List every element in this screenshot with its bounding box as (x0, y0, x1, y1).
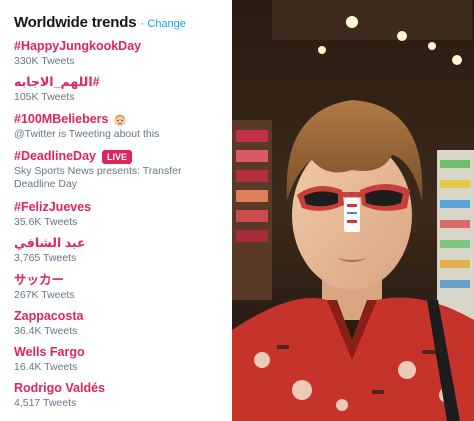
trend-tweet-count: 330K Tweets (14, 55, 75, 67)
photo-illustration (232, 0, 474, 421)
person-photo (232, 0, 474, 421)
trend-name[interactable]: عبد الشافي (14, 236, 86, 251)
trend-tweet-count: 16.4K Tweets (14, 361, 78, 373)
trend-tweet-count: 3,765 Tweets (14, 252, 77, 264)
trend-item[interactable]: サッカー 267K Tweets (14, 273, 75, 302)
trends-header: Worldwide trends · Change (14, 14, 232, 36)
trend-name-row[interactable]: #DeadlineDay LIVE (14, 149, 224, 164)
trend-item[interactable]: #اللهم_الاجابه 105K Tweets (14, 75, 100, 104)
trend-name[interactable]: Zappacosta (14, 309, 83, 324)
trend-tweet-count: 267K Tweets (14, 289, 75, 301)
emoji-face-icon (114, 114, 126, 126)
trend-item[interactable]: Wells Fargo 16.4K Tweets (14, 345, 85, 374)
trend-tweet-count: 105K Tweets (14, 91, 75, 103)
trend-tweet-count: 35.6K Tweets (14, 216, 78, 228)
trend-name[interactable]: #100MBeliebers (14, 112, 109, 127)
trend-context: @Twitter is Tweeting about this (14, 128, 160, 140)
trend-item[interactable]: Rodrigo Valdés 4,517 Tweets (14, 381, 105, 410)
trend-name[interactable]: Rodrigo Valdés (14, 381, 105, 396)
trend-name[interactable]: #FelizJueves (14, 200, 91, 215)
trend-item[interactable]: Zappacosta 36.4K Tweets (14, 309, 83, 338)
trend-tweet-count: 4,517 Tweets (14, 397, 77, 409)
trend-name[interactable]: #DeadlineDay (14, 149, 96, 164)
trend-item[interactable]: #DeadlineDay LIVE Sky Sports News presen… (14, 149, 224, 191)
worldwide-trends-screen: Worldwide trends · Change #HappyJungkook… (0, 0, 474, 421)
trend-name[interactable]: Wells Fargo (14, 345, 85, 360)
live-badge: LIVE (101, 149, 132, 164)
trend-tweet-count: 36.4K Tweets (14, 325, 78, 337)
trend-item[interactable]: #100MBeliebers @Twitter is Tweeting abou… (14, 112, 159, 141)
trend-name[interactable]: #اللهم_الاجابه (14, 75, 100, 90)
trend-context: Sky Sports News presents: Transfer Deadl… (14, 165, 182, 190)
trend-item[interactable]: عبد الشافي 3,765 Tweets (14, 236, 86, 265)
trend-name[interactable]: サッカー (14, 273, 75, 288)
trends-title: Worldwide trends (14, 14, 137, 31)
trend-item[interactable]: #HappyJungkookDay 330K Tweets (14, 39, 141, 68)
trend-name-row[interactable]: #100MBeliebers (14, 112, 159, 127)
header-separator: · (140, 16, 145, 30)
trend-item[interactable]: #FelizJueves 35.6K Tweets (14, 200, 91, 229)
trend-name[interactable]: #HappyJungkookDay (14, 39, 141, 54)
change-location-link[interactable]: Change (147, 18, 186, 30)
